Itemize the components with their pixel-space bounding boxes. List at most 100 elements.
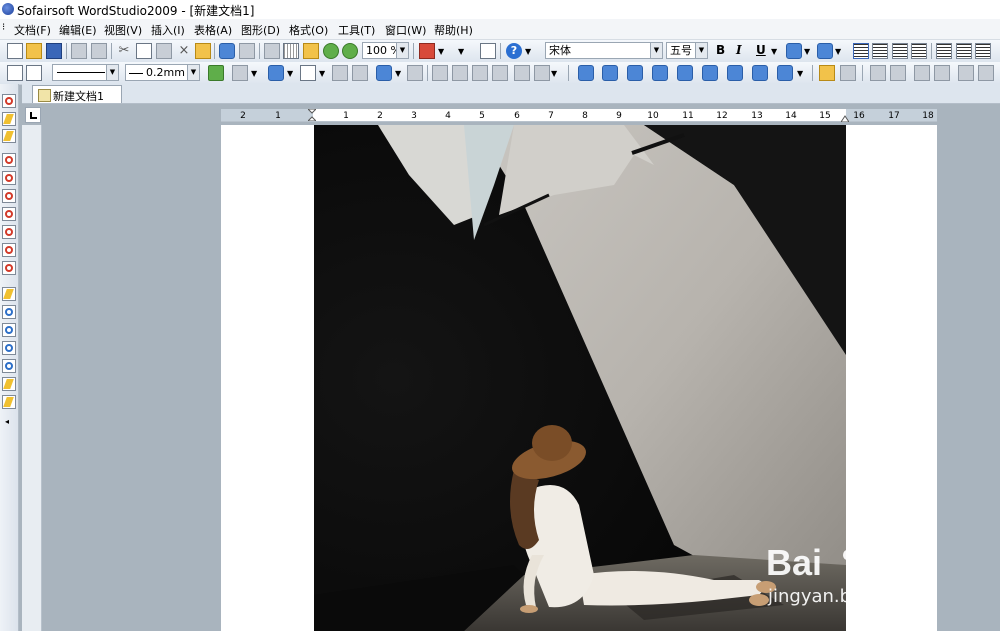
delete-icon[interactable]: × [176,43,192,59]
snap-tangent-icon[interactable] [2,225,16,239]
menu-table[interactable]: 表格(A) [194,22,232,38]
underline-button[interactable]: U [756,43,766,57]
bold-button[interactable]: B [716,43,725,57]
hand-icon[interactable] [303,43,319,59]
format-brush-icon[interactable] [195,43,211,59]
snap-grid-icon[interactable] [2,261,16,275]
delete-col-icon[interactable] [492,65,508,81]
grid-icon[interactable] [283,43,299,59]
highlight-icon[interactable] [817,43,833,59]
lightning-icon[interactable] [2,112,16,126]
group-icon[interactable] [958,65,974,81]
new-doc-icon[interactable] [7,43,23,59]
select-icon[interactable] [264,43,280,59]
indent-icon[interactable] [975,43,991,59]
line-width-select[interactable]: 0.2mm ▼ [125,64,200,81]
text-wrap-9-icon[interactable] [777,65,793,81]
menu-view[interactable]: 视图(V) [104,22,142,38]
image-2-icon[interactable] [840,65,856,81]
undo-icon[interactable] [219,43,235,59]
draw-poly-icon[interactable] [2,377,16,391]
bring-front-icon[interactable] [870,65,886,81]
merge-icon[interactable] [407,65,423,81]
menu-format[interactable]: 格式(O) [289,22,328,38]
draw-arc-icon[interactable] [2,305,16,319]
fill-color-icon[interactable] [268,65,284,81]
text-wrap-5-icon[interactable] [677,65,693,81]
chevron-down-icon[interactable]: ▼ [804,47,810,56]
snap-mid-icon[interactable] [2,207,16,221]
align-right-icon[interactable] [892,43,908,59]
chevron-down-icon[interactable]: ▼ [251,69,257,78]
edit-frame-icon[interactable] [26,65,42,81]
ungroup-icon[interactable] [978,65,994,81]
text-wrap-4-icon[interactable] [652,65,668,81]
chevron-left-icon[interactable]: ◂ [5,417,9,426]
formula-icon[interactable] [480,43,496,59]
menu-graphics[interactable]: 图形(D) [241,22,280,38]
help-icon[interactable]: ? [506,43,522,59]
chevron-down-icon[interactable]: ▼ [797,69,803,78]
italic-button[interactable]: I [736,43,742,57]
move-up-icon[interactable] [914,65,930,81]
snap-center-icon[interactable] [2,171,16,185]
chevron-down-icon[interactable]: ▼ [551,69,557,78]
draw-circle-icon[interactable] [2,323,16,337]
insert-row-icon[interactable] [432,65,448,81]
save-icon[interactable] [46,43,62,59]
cut-icon[interactable]: ✂ [116,43,132,59]
text-wrap-6-icon[interactable] [702,65,718,81]
text-effect-icon[interactable] [786,43,802,59]
split-cell-icon[interactable] [514,65,530,81]
frame-icon[interactable] [300,65,316,81]
draw-spline-icon[interactable] [2,395,16,409]
chevron-down-icon[interactable]: ▼ [771,47,777,56]
menu-edit[interactable]: 编辑(E) [59,22,97,38]
numbered-list-icon[interactable] [956,43,972,59]
image-icon[interactable] [819,65,835,81]
snap-end-icon[interactable] [2,189,16,203]
text-wrap-icon[interactable] [578,65,594,81]
insert-table-icon[interactable] [376,65,392,81]
chevron-down-icon[interactable]: ▼ [835,47,841,56]
open-folder-icon[interactable] [26,43,42,59]
insert-col-icon[interactable] [452,65,468,81]
chevron-down-icon[interactable]: ▼ [458,47,464,56]
magnet-icon[interactable] [2,94,16,108]
tab-stop-selector[interactable] [25,107,41,123]
draw-line-icon[interactable] [2,287,16,301]
print-icon[interactable] [71,43,87,59]
draw-curve-icon[interactable] [2,359,16,373]
print-preview-icon[interactable] [91,43,107,59]
vertical-ruler[interactable] [22,125,42,631]
font-size-select[interactable]: 五号 ▼ [666,42,708,59]
chevron-down-icon[interactable]: ▼ [287,69,293,78]
horizontal-ruler[interactable]: 2 1 1 2 3 4 5 6 7 8 9 10 11 12 13 14 15 … [221,108,937,123]
right-indent-marker-icon[interactable] [840,112,850,123]
menu-file[interactable]: 文档(F) [14,22,51,38]
indent-marker-icon[interactable] [306,108,318,122]
bullet-list-icon[interactable] [936,43,952,59]
border-icon[interactable] [232,65,248,81]
text-wrap-3-icon[interactable] [627,65,643,81]
move-down-icon[interactable] [934,65,950,81]
paste-icon[interactable] [156,43,172,59]
align-left-icon[interactable] [853,43,869,59]
chevron-down-icon[interactable]: ▼ [438,47,444,56]
copy-icon[interactable] [136,43,152,59]
sort-icon[interactable] [534,65,550,81]
draw-ellipse-icon[interactable] [2,341,16,355]
delete-row-icon[interactable] [472,65,488,81]
redo-icon[interactable] [239,43,255,59]
table-icon[interactable] [332,65,348,81]
text-wrap-2-icon[interactable] [602,65,618,81]
chevron-down-icon[interactable]: ▼ [319,69,325,78]
insert-object-icon[interactable] [419,43,435,59]
snap-perp-icon[interactable] [2,243,16,257]
table-grid-icon[interactable] [352,65,368,81]
menu-help[interactable]: 帮助(H) [434,22,473,38]
snap-point-icon[interactable] [2,153,16,167]
menu-window[interactable]: 窗口(W) [385,22,426,38]
tab-new-document[interactable]: 新建文档1 [32,85,122,103]
text-wrap-7-icon[interactable] [727,65,743,81]
